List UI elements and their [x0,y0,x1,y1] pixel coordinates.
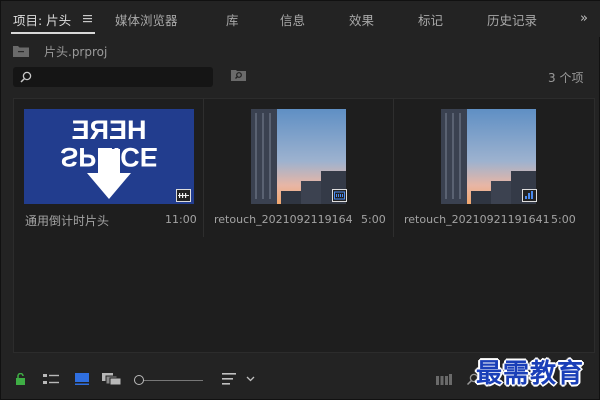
tab-project[interactable]: 项目: 片头 [13,10,71,32]
clip-card[interactable]: retouch_20210921191641 5:00 [394,99,584,237]
clip-name: 通用倒计时片头 [25,214,110,228]
new-search-bin-icon[interactable] [231,69,246,81]
zoom-slider-handle[interactable] [134,375,144,385]
bin-icon-view: HERE SPLICE 通用倒计时片头 11:00 [13,98,595,353]
overflow-chevron-icon[interactable]: » [580,11,588,26]
sort-icons-icon[interactable] [222,373,236,385]
clip-badge-icon [332,189,347,202]
tab-libraries[interactable]: 库 [226,10,239,32]
tab-media-browser[interactable]: 媒体浏览器 [115,10,178,32]
sequence-badge-icon [522,189,537,202]
tab-info[interactable]: 信息 [280,10,305,32]
project-folder-icon [13,46,29,57]
clip-name: retouch_20210921191641... [214,213,352,226]
project-file-name: 片头.prproj [44,45,108,59]
clip-duration: 5:00 [551,213,576,226]
clip-name: retouch_20210921191641 [404,213,549,226]
tab-markers[interactable]: 标记 [418,10,443,32]
list-view-icon[interactable] [43,374,60,385]
clip-duration: 5:00 [361,213,386,226]
thumb-text-here: HERE [71,115,146,145]
panel-tab-bar: 项目: 片头 媒体浏览器 库 信息 效果 标记 历史记录 » [1,1,600,37]
watermark-text: 最需教育 [476,359,585,389]
zoom-slider-track[interactable] [141,380,203,381]
tab-history[interactable]: 历史记录 [487,10,537,32]
panel-menu-icon[interactable] [83,14,92,23]
clip-duration: 11:00 [165,213,197,226]
search-icon [20,71,32,83]
clip-card[interactable]: retouch_20210921191641... 5:00 [204,99,393,237]
clip-thumbnail[interactable]: HERE SPLICE [24,109,194,204]
automate-to-sequence-icon[interactable] [436,374,452,385]
lock-icon[interactable] [15,373,26,385]
item-count: 3 个项 [548,71,584,85]
sequence-badge-icon [176,189,191,202]
clip-card[interactable]: HERE SPLICE 通用倒计时片头 11:00 [14,99,203,237]
chevron-down-icon[interactable] [246,376,255,382]
icon-view-icon[interactable] [75,373,89,385]
search-input[interactable] [13,67,213,87]
tab-effects[interactable]: 效果 [349,10,374,32]
splice-thumbnail-image: HERE SPLICE [24,109,194,204]
active-tab-indicator [11,32,95,34]
freeform-view-icon[interactable] [102,373,121,385]
project-panel: 项目: 片头 媒体浏览器 库 信息 效果 标记 历史记录 » 片头.prproj… [0,0,600,400]
